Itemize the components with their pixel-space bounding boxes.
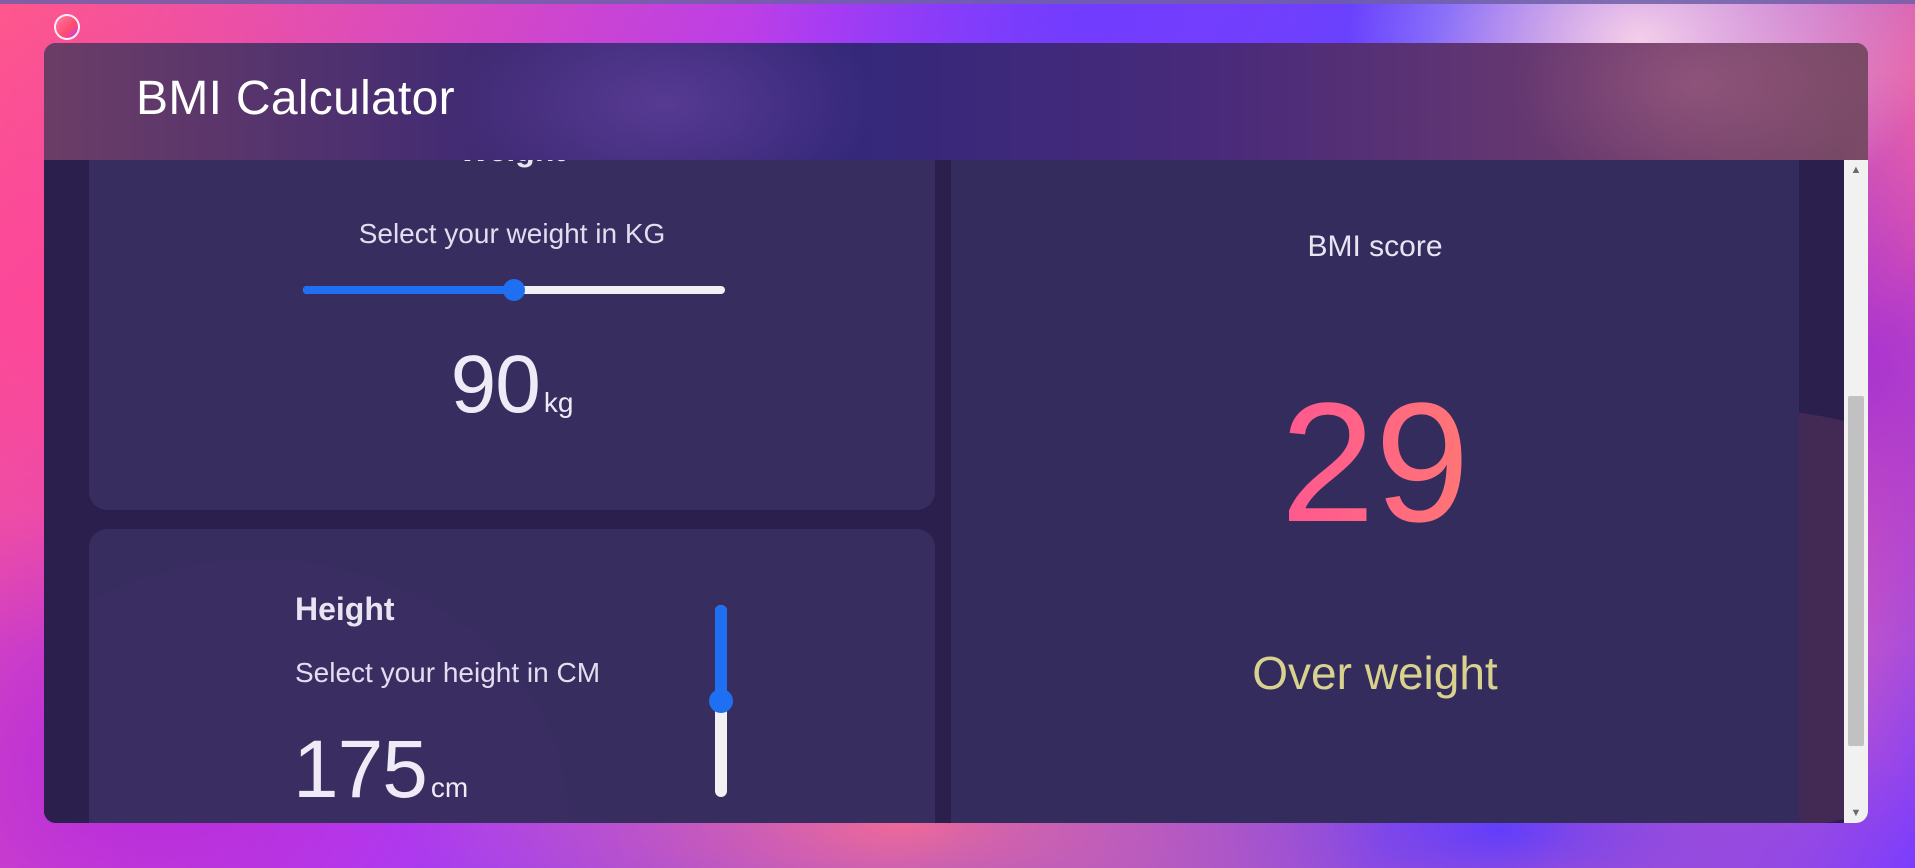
height-card: Height Select your height in CM 175 cm [89, 529, 935, 823]
main-content: Weight Select your weight in KG 90kg Hei… [44, 160, 1844, 823]
bmi-score-label: BMI score [1307, 230, 1443, 263]
height-title: Height [295, 591, 395, 627]
bmi-category: Over weight [1252, 647, 1498, 699]
weight-slider-thumb[interactable] [503, 279, 525, 301]
height-helper-text: Select your height in CM [295, 657, 601, 688]
scroll-down-icon[interactable]: ▼ [1844, 803, 1868, 823]
weight-value-display: 90 kg [89, 338, 935, 432]
weight-card: Weight Select your weight in KG 90kg [89, 160, 935, 510]
vertical-scrollbar[interactable]: ▲ ▼ [1844, 160, 1868, 823]
weight-unit: kg [543, 387, 574, 418]
weight-slider-fill [303, 286, 514, 294]
bmi-score-value: 29 [951, 378, 1799, 548]
weight-value: 90 [450, 339, 541, 430]
app-window: BMI Calculator Weight Select your weight… [44, 43, 1868, 823]
height-value-display: 175 cm [293, 723, 468, 817]
window-control-dot[interactable] [54, 14, 80, 40]
height-slider[interactable] [709, 605, 733, 797]
app-header: BMI Calculator [44, 43, 1868, 160]
scrollbar-thumb[interactable] [1848, 396, 1864, 746]
app-title: BMI Calculator [136, 72, 455, 125]
height-slider-fill [715, 605, 727, 701]
height-unit: cm [430, 772, 469, 803]
height-value: 175 [293, 724, 428, 815]
height-slider-thumb[interactable] [709, 689, 733, 713]
bmi-result-card: BMI score 29 Over weight [951, 160, 1799, 823]
scroll-up-icon[interactable]: ▲ [1844, 160, 1868, 180]
weight-slider[interactable] [303, 279, 725, 301]
top-border [0, 0, 1915, 4]
weight-helper-text: Select your weight in KG [358, 218, 666, 249]
weight-title: Weight [89, 160, 935, 169]
